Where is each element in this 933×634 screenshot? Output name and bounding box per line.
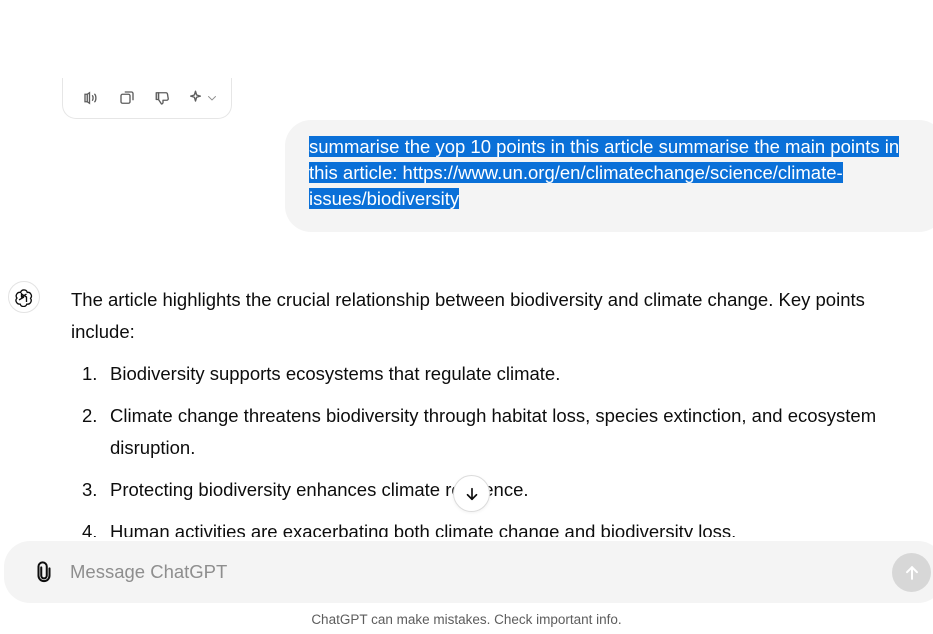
message-composer bbox=[4, 541, 933, 603]
speaker-icon bbox=[84, 91, 97, 105]
openai-logo-icon bbox=[15, 289, 33, 307]
read-aloud-button[interactable] bbox=[75, 84, 107, 112]
send-button[interactable] bbox=[892, 553, 931, 592]
arrow-up-icon bbox=[905, 565, 918, 580]
message-input[interactable] bbox=[70, 561, 933, 583]
user-message-text: summarise the yop 10 points in this arti… bbox=[309, 134, 925, 212]
assistant-avatar bbox=[8, 281, 40, 313]
thumbs-down-icon bbox=[155, 92, 169, 105]
paperclip-icon bbox=[37, 561, 51, 583]
list-item-number: 3. bbox=[82, 479, 98, 500]
list-item: 2. Climate change threatens biodiversity… bbox=[71, 400, 921, 464]
list-item-text: Biodiversity supports ecosystems that re… bbox=[110, 363, 561, 384]
list-item-number: 1. bbox=[82, 363, 98, 384]
arrow-down-icon bbox=[466, 487, 477, 500]
user-message-bubble: summarise the yop 10 points in this arti… bbox=[285, 120, 933, 232]
list-item: 1. Biodiversity supports ecosystems that… bbox=[71, 358, 921, 390]
attach-button[interactable] bbox=[30, 558, 58, 586]
key-points-list: 1. Biodiversity supports ecosystems that… bbox=[71, 358, 921, 548]
chevron-down-icon bbox=[208, 96, 216, 101]
scroll-to-bottom-button[interactable] bbox=[453, 475, 490, 512]
model-switch-button[interactable] bbox=[183, 84, 223, 112]
copy-button[interactable] bbox=[111, 84, 143, 112]
copy-icon bbox=[120, 91, 134, 104]
list-item: 3. Protecting biodiversity enhances clim… bbox=[71, 474, 921, 506]
list-item-text: Climate change threatens biodiversity th… bbox=[110, 405, 877, 458]
disclaimer-text: ChatGPT can make mistakes. Check importa… bbox=[311, 612, 622, 627]
sparkle-icon bbox=[189, 90, 202, 102]
selected-text: summarise the yop 10 points in this arti… bbox=[309, 136, 900, 209]
assistant-intro-text: The article highlights the crucial relat… bbox=[71, 289, 865, 342]
list-item-number: 2. bbox=[82, 405, 98, 426]
thumbs-down-button[interactable] bbox=[147, 84, 179, 112]
assistant-message: The article highlights the crucial relat… bbox=[71, 284, 921, 558]
message-toolbar bbox=[62, 78, 232, 119]
